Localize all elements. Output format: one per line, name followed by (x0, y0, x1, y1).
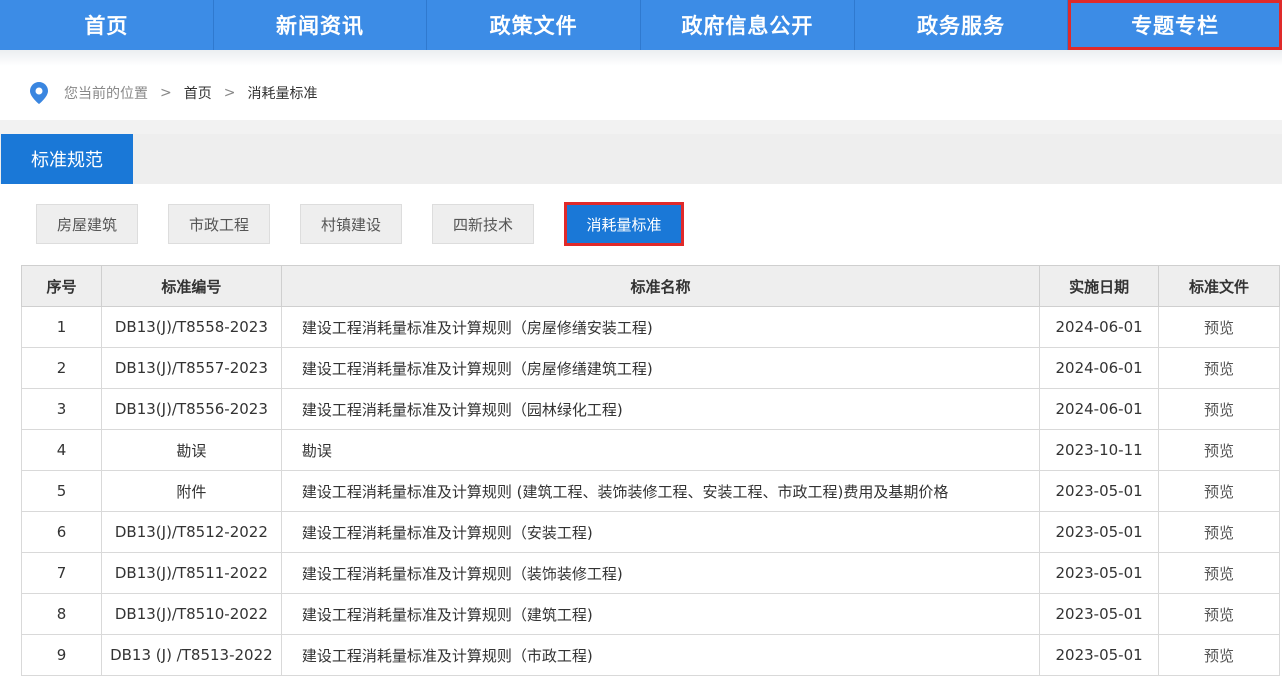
cell-date: 2023-05-01 (1039, 470, 1160, 512)
cell-code: DB13(J)/T8511-2022 (100, 552, 282, 594)
col-header-file: 标准文件 (1158, 265, 1280, 307)
cell-name-link[interactable]: 建设工程消耗量标准及计算规则（房屋修缮建筑工程) (280, 347, 1041, 389)
cell-code: DB13(J)/T8557-2023 (100, 347, 282, 389)
nav-policy[interactable]: 政策文件 (427, 0, 642, 50)
cell-no: 4 (21, 429, 102, 471)
table-row: 4 勘误 勘误 2023-10-11 预览 (21, 429, 1280, 471)
preview-link[interactable]: 预览 (1158, 470, 1280, 512)
breadcrumb-prefix: 您当前的位置 (64, 86, 148, 102)
table-row: 5 附件 建设工程消耗量标准及计算规则 (建筑工程、装饰装修工程、安装工程、市政… (21, 470, 1280, 512)
cell-date: 2024-06-01 (1039, 347, 1160, 389)
cell-date: 2024-06-01 (1039, 388, 1160, 430)
section-tab-bar (0, 134, 1282, 184)
cell-code: DB13(J)/T8556-2023 (100, 388, 282, 430)
cell-date: 2024-06-01 (1039, 306, 1160, 348)
standards-table: 序号 标准编号 标准名称 实施日期 标准文件 1 DB13(J)/T8558-2… (21, 265, 1280, 676)
subcategory-buttons: 房屋建筑 市政工程 村镇建设 四新技术 消耗量标准 (36, 202, 714, 246)
subcat-housing-button[interactable]: 房屋建筑 (36, 204, 138, 244)
cell-date: 2023-10-11 (1039, 429, 1160, 471)
table-header-row: 序号 标准编号 标准名称 实施日期 标准文件 (21, 265, 1280, 307)
cell-name-link[interactable]: 建设工程消耗量标准及计算规则（房屋修缮安装工程) (280, 306, 1041, 348)
breadcrumb-current[interactable]: 消耗量标准 (247, 83, 317, 103)
cell-name-link[interactable]: 建设工程消耗量标准及计算规则 (建筑工程、装饰装修工程、安装工程、市政工程)费用… (280, 470, 1041, 512)
cell-name-link[interactable]: 建设工程消耗量标准及计算规则（装饰装修工程) (280, 552, 1041, 594)
preview-link[interactable]: 预览 (1158, 552, 1280, 594)
cell-code: DB13(J)/T8558-2023 (100, 306, 282, 348)
cell-code: 附件 (100, 470, 282, 512)
breadcrumb-separator: > (160, 85, 172, 101)
preview-link[interactable]: 预览 (1158, 634, 1280, 676)
cell-no: 6 (21, 511, 102, 553)
cell-code: 勘误 (100, 429, 282, 471)
tab-standards[interactable]: 标准规范 (1, 134, 133, 184)
preview-link[interactable]: 预览 (1158, 429, 1280, 471)
table-row: 1 DB13(J)/T8558-2023 建设工程消耗量标准及计算规则（房屋修缮… (21, 306, 1280, 348)
cell-code: DB13(J)/T8512-2022 (100, 511, 282, 553)
cell-no: 8 (21, 593, 102, 635)
cell-date: 2023-05-01 (1039, 593, 1160, 635)
breadcrumb-home-link[interactable]: 首页 (184, 83, 212, 103)
subcat-new-tech-button[interactable]: 四新技术 (432, 204, 534, 244)
subcat-municipal-button[interactable]: 市政工程 (168, 204, 270, 244)
cell-code: DB13(J)/T8510-2022 (100, 593, 282, 635)
preview-link[interactable]: 预览 (1158, 593, 1280, 635)
cell-date: 2023-05-01 (1039, 634, 1160, 676)
nav-services[interactable]: 政务服务 (855, 0, 1069, 50)
cell-name-link[interactable]: 建设工程消耗量标准及计算规则（建筑工程) (280, 593, 1041, 635)
col-header-date: 实施日期 (1039, 265, 1160, 307)
nav-gov-info[interactable]: 政府信息公开 (641, 0, 855, 50)
table-row: 6 DB13(J)/T8512-2022 建设工程消耗量标准及计算规则（安装工程… (21, 511, 1280, 553)
nav-news[interactable]: 新闻资讯 (214, 0, 428, 50)
nav-home[interactable]: 首页 (0, 0, 214, 50)
cell-no: 5 (21, 470, 102, 512)
breadcrumb: 您当前的位置 > 首页 > 消耗量标准 (0, 66, 1282, 120)
table-row: 3 DB13(J)/T8556-2023 建设工程消耗量标准及计算规则（园林绿化… (21, 388, 1280, 430)
col-header-name: 标准名称 (280, 265, 1041, 307)
cell-name-link[interactable]: 勘误 (280, 429, 1041, 471)
preview-link[interactable]: 预览 (1158, 347, 1280, 389)
cell-date: 2023-05-01 (1039, 552, 1160, 594)
table-row: 9 DB13 (J) /T8513-2022 建设工程消耗量标准及计算规则（市政… (21, 634, 1280, 676)
header-band (0, 50, 1282, 66)
table-row: 8 DB13(J)/T8510-2022 建设工程消耗量标准及计算规则（建筑工程… (21, 593, 1280, 635)
subcat-village-button[interactable]: 村镇建设 (300, 204, 402, 244)
location-pin-icon (30, 82, 48, 104)
col-header-no: 序号 (21, 265, 102, 307)
top-nav: 首页 新闻资讯 政策文件 政府信息公开 政务服务 专题专栏 (0, 0, 1282, 50)
preview-link[interactable]: 预览 (1158, 306, 1280, 348)
cell-date: 2023-05-01 (1039, 511, 1160, 553)
preview-link[interactable]: 预览 (1158, 511, 1280, 553)
subcat-consumption-button[interactable]: 消耗量标准 (564, 202, 684, 246)
table-row: 7 DB13(J)/T8511-2022 建设工程消耗量标准及计算规则（装饰装修… (21, 552, 1280, 594)
cell-code: DB13 (J) /T8513-2022 (100, 634, 282, 676)
cell-name-link[interactable]: 建设工程消耗量标准及计算规则（园林绿化工程) (280, 388, 1041, 430)
col-header-code: 标准编号 (100, 265, 282, 307)
cell-name-link[interactable]: 建设工程消耗量标准及计算规则（安装工程) (280, 511, 1041, 553)
breadcrumb-separator: > (223, 85, 236, 101)
nav-topics[interactable]: 专题专栏 (1068, 0, 1282, 50)
cell-no: 2 (21, 347, 102, 389)
cell-no: 1 (21, 306, 102, 348)
table-row: 2 DB13(J)/T8557-2023 建设工程消耗量标准及计算规则（房屋修缮… (21, 347, 1280, 389)
cell-no: 3 (21, 388, 102, 430)
cell-name-link[interactable]: 建设工程消耗量标准及计算规则（市政工程) (280, 634, 1041, 676)
cell-no: 7 (21, 552, 102, 594)
preview-link[interactable]: 预览 (1158, 388, 1280, 430)
cell-no: 9 (21, 634, 102, 676)
